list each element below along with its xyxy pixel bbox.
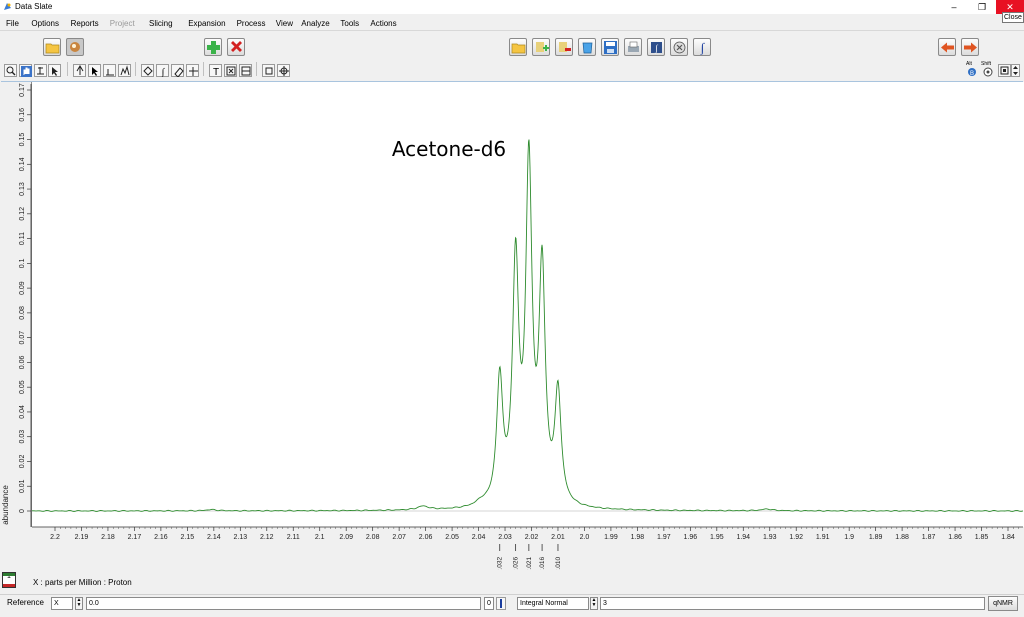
axis-select[interactable]: X [51, 597, 73, 610]
x-tick-label: 1.88 [895, 534, 909, 541]
reference-label: Reference [7, 598, 44, 607]
x-tick-label: 2.13 [233, 534, 247, 541]
spectrum-line[interactable] [31, 139, 1024, 512]
y-axis-label: abundance [1, 485, 10, 525]
y-tick-label: 0.02 [19, 455, 26, 469]
reference-value-input[interactable]: 0.0 [86, 597, 481, 610]
x-tick-label: 1.85 [975, 534, 989, 541]
x-tick-label: 1.86 [948, 534, 962, 541]
y-tick-label: 0.15 [19, 133, 26, 147]
y-tick-label: 0.14 [19, 157, 26, 171]
units-label: X : parts per Million : Proton [33, 578, 132, 587]
x-tick-label: 2.15 [181, 534, 195, 541]
y-tick-label: 0.13 [19, 182, 26, 196]
peak-label: 2.021 [526, 556, 533, 570]
x-tick-label: 2.16 [154, 534, 168, 541]
integral-value-input[interactable]: 3 [600, 597, 985, 610]
qnmr-button[interactable]: qNMR [988, 596, 1018, 611]
x-tick-label: 1.96 [684, 534, 698, 541]
x-tick-label: 2.1 [315, 534, 325, 541]
x-tick-label: 2.01 [551, 534, 565, 541]
axis-spinner[interactable]: ▲ ▼ [75, 597, 83, 610]
peak-label: 2.010 [555, 556, 562, 570]
x-tick-label: 2.11 [287, 534, 300, 541]
y-tick-label: 0.03 [19, 430, 26, 444]
y-tick-label: 0.01 [19, 479, 26, 493]
y-tick-label: 0.11 [19, 232, 26, 245]
x-tick-label: 2.0 [580, 534, 590, 541]
x-tick-label: 2.2 [50, 534, 60, 541]
x-tick-label: 2.07 [392, 534, 406, 541]
x-tick-label: 2.17 [128, 534, 142, 541]
x-tick-label: 2.05 [445, 534, 459, 541]
layer-indicator[interactable]: 1 [2, 572, 16, 588]
x-tick-label: 2.08 [366, 534, 380, 541]
x-tick-label: 2.14 [207, 534, 221, 541]
reference-pick-button[interactable] [496, 597, 506, 610]
x-tick-label: 1.91 [816, 534, 830, 541]
peak-label: 2.026 [513, 556, 520, 570]
chart-title: Acetone-d6 [392, 137, 506, 161]
integral-mode-spinner[interactable]: ▲ ▼ [590, 597, 598, 610]
x-tick-label: 2.03 [498, 534, 512, 541]
y-tick-label: 0.04 [19, 405, 26, 419]
y-tick-label: 0.1 [19, 258, 26, 268]
peak-label: 2.032 [497, 556, 504, 570]
spectrum-chart[interactable]: 2.2 2.19 2.18 2.17 2.16 2.15 2.14 2.13 2.12 2.11 2… [0, 0, 1024, 570]
y-tick-label: 0.07 [19, 331, 26, 345]
x-tick-label: 1.97 [657, 534, 671, 541]
y-tick-label: 0 [19, 509, 26, 513]
x-tick-label: 2.09 [339, 534, 353, 541]
integral-mode-select[interactable]: Integral Normal [517, 597, 589, 610]
x-tick-label: 1.98 [631, 534, 645, 541]
y-tick-label: 0.08 [19, 306, 26, 320]
y-tick-label: 0.06 [19, 355, 26, 369]
x-tick-label: 1.84 [1001, 534, 1015, 541]
x-tick-label: 1.99 [604, 534, 618, 541]
x-tick-label: 1.95 [710, 534, 724, 541]
x-tick-label: 2.18 [101, 534, 115, 541]
x-tick-label: 2.19 [75, 534, 89, 541]
zero-button[interactable]: 0 [484, 597, 494, 610]
x-tick-label: 1.92 [789, 534, 803, 541]
y-tick-label: 0.17 [19, 83, 26, 97]
x-tick-label: 1.9 [844, 534, 854, 541]
y-tick-label: 0.12 [19, 207, 26, 221]
x-tick-label: 1.94 [736, 534, 750, 541]
x-tick-label: 2.12 [260, 534, 274, 541]
x-tick-label: 1.93 [763, 534, 777, 541]
x-tick-label: 2.06 [419, 534, 433, 541]
x-tick-label: 2.02 [525, 534, 539, 541]
y-tick-label: 0.09 [19, 281, 26, 295]
x-tick-label: 1.87 [922, 534, 936, 541]
pin-icon [500, 599, 502, 608]
y-tick-label: 0.05 [19, 380, 26, 394]
x-tick-label: 1.89 [869, 534, 883, 541]
x-tick-label: 2.04 [472, 534, 486, 541]
y-tick-label: 0.16 [19, 108, 26, 122]
peak-label: 2.016 [539, 556, 546, 570]
